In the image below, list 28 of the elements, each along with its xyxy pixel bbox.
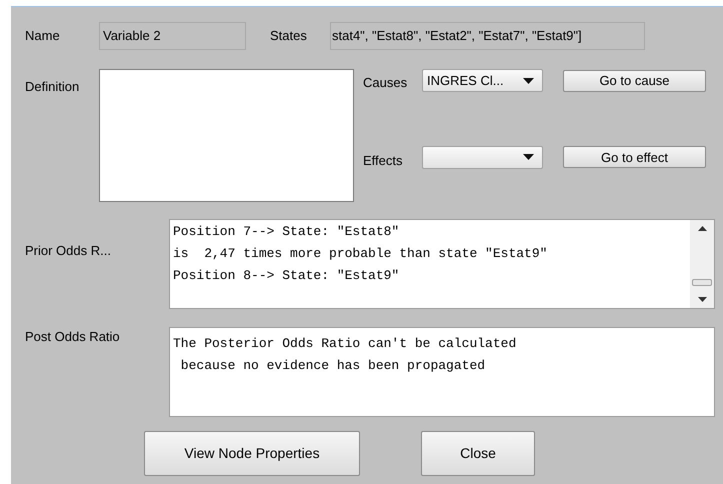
scroll-thumb[interactable] — [692, 278, 712, 286]
text-line: Position 7--> State: "Estat8" — [173, 223, 400, 241]
states-field[interactable]: stat4", "Estat8", "Estat2", "Estat7", "Estat9"] — [330, 22, 645, 50]
definition-label: Definition — [25, 78, 80, 96]
scrollbar[interactable] — [690, 220, 714, 308]
prior-odds-label: Prior Odds R... — [25, 242, 112, 260]
view-node-properties-button[interactable]: View Node Properties — [144, 431, 360, 476]
post-odds-text-area[interactable]: The Posterior Odds Ratio can't be calculated because no evidence has been propagated — [169, 327, 715, 417]
states-label: States — [270, 27, 308, 46]
post-odds-label: Post Odds Ratio — [25, 328, 121, 346]
close-button[interactable]: Close — [421, 431, 535, 476]
text-line: because no evidence has been propagated — [180, 357, 486, 375]
effects-label: Effects — [363, 152, 404, 170]
prior-odds-text-area[interactable]: Position 7--> State: "Estat8" is 2,47 times more probable than state "Estat9" Position 8--> State: "Estat9" — [169, 219, 715, 309]
dropdown-arrow-icon — [523, 78, 534, 84]
text-line: Position 8--> State: "Estat9" — [173, 267, 400, 285]
scroll-down-icon[interactable] — [698, 297, 706, 302]
scroll-up-icon[interactable] — [698, 226, 706, 231]
name-field[interactable]: Variable 2 — [99, 22, 246, 50]
name-label: Name — [25, 27, 61, 46]
go-to-cause-button[interactable]: Go to cause — [563, 70, 706, 92]
causes-dropdown[interactable]: INGRES Cl... — [422, 69, 543, 92]
text-line: is 2,47 times more probable than state "Estat9" — [173, 245, 548, 263]
go-to-effect-button[interactable]: Go to effect — [563, 146, 706, 168]
definition-field[interactable] — [99, 69, 354, 202]
text-line: The Posterior Odds Ratio can't be calculated — [173, 335, 518, 353]
dropdown-arrow-icon — [523, 154, 534, 160]
causes-label: Causes — [363, 74, 408, 92]
